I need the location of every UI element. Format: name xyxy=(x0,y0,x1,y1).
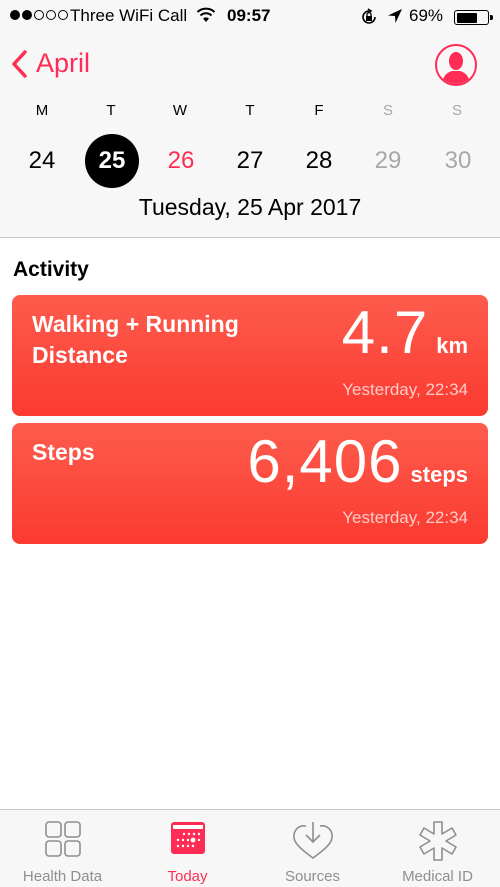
weekday-label: T xyxy=(106,102,116,119)
distance-value: 4.7 xyxy=(341,299,429,366)
date-header: April M T W T F S S 24 25 26 27 28 29 30… xyxy=(0,34,500,238)
back-button[interactable]: April xyxy=(10,48,90,79)
day-26-today[interactable]: 26 xyxy=(154,134,208,188)
location-arrow-icon xyxy=(387,8,403,29)
status-time: 09:57 xyxy=(227,6,271,25)
profile-button[interactable] xyxy=(435,44,477,86)
card-value: 4.7 km xyxy=(342,298,468,367)
weekday-label: S xyxy=(382,102,393,119)
tab-label: Sources xyxy=(284,868,341,885)
tab-health-data[interactable]: Health Data xyxy=(0,810,125,887)
wifi-icon xyxy=(196,7,216,28)
back-button-label: April xyxy=(36,48,91,78)
status-bar: Three WiFi Call 09:57 69% xyxy=(0,0,500,34)
card-value: 6,406 steps xyxy=(247,427,468,496)
calendar-icon xyxy=(170,820,206,861)
tab-bar: Health Data Today Sources Medical ID xyxy=(0,809,500,887)
health-data-grid-icon xyxy=(44,820,82,863)
steps-card[interactable]: Steps 6,406 steps Yesterday, 22:34 xyxy=(12,423,488,544)
signal-strength-icon xyxy=(10,10,68,20)
walking-running-distance-card[interactable]: Walking + Running Distance 4.7 km Yester… xyxy=(12,295,488,416)
section-title-activity: Activity xyxy=(13,258,89,281)
week-day-selector: 24 25 26 27 28 29 30 xyxy=(0,134,500,188)
weekday-label: F xyxy=(314,102,324,119)
chevron-left-icon xyxy=(12,49,27,78)
heart-download-icon xyxy=(291,820,335,865)
steps-value: 6,406 xyxy=(247,428,403,495)
battery-icon xyxy=(454,10,493,25)
rotation-lock-icon xyxy=(360,8,378,31)
carrier-name: Three WiFi Call xyxy=(70,6,188,25)
tab-label: Today xyxy=(167,868,208,885)
steps-unit: steps xyxy=(410,462,468,487)
day-27[interactable]: 27 xyxy=(223,134,277,188)
tab-label: Health Data xyxy=(22,868,103,885)
weekday-label: M xyxy=(35,102,49,119)
medical-asterisk-icon xyxy=(418,820,458,867)
weekday-label: S xyxy=(451,102,462,119)
card-timestamp: Yesterday, 22:34 xyxy=(342,508,468,527)
day-30[interactable]: 30 xyxy=(431,134,485,188)
battery-percentage: 69% xyxy=(409,6,444,25)
card-label: Steps xyxy=(32,439,95,465)
card-label-line1: Walking + Running xyxy=(32,311,239,337)
card-label: Walking + Running Distance xyxy=(32,309,239,371)
health-app-screen: Three WiFi Call 09:57 69% April M T W T … xyxy=(0,0,500,887)
tab-sources[interactable]: Sources xyxy=(250,810,375,887)
day-28[interactable]: 28 xyxy=(292,134,346,188)
day-29[interactable]: 29 xyxy=(361,134,415,188)
day-24[interactable]: 24 xyxy=(15,134,69,188)
tab-label: Medical ID xyxy=(402,868,473,885)
tab-today[interactable]: Today xyxy=(125,810,250,887)
card-timestamp: Yesterday, 22:34 xyxy=(342,380,468,399)
selected-date-title: Tuesday, 25 Apr 2017 xyxy=(138,194,362,220)
weekday-label: T xyxy=(245,102,255,119)
weekday-label: W xyxy=(172,102,188,119)
tab-medical-id[interactable]: Medical ID xyxy=(375,810,500,887)
user-silhouette-icon xyxy=(442,52,470,84)
day-25-selected[interactable]: 25 xyxy=(85,134,139,188)
card-label-line2: Distance xyxy=(32,342,128,368)
distance-unit: km xyxy=(436,333,468,358)
